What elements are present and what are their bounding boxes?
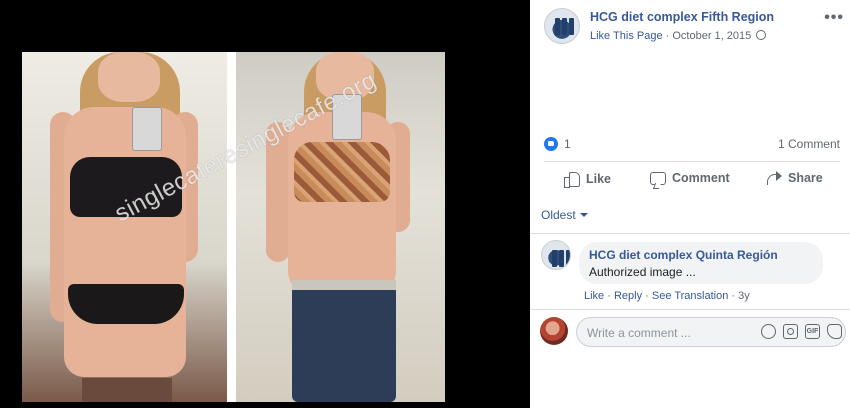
photo-viewer: singlecateresinglecafe.org <box>0 0 530 408</box>
meta-separator: · <box>662 30 673 42</box>
see-translation-link[interactable]: See Translation <box>652 290 728 302</box>
comment-button[interactable]: Comment <box>650 171 730 185</box>
comment-author-link[interactable]: HCG diet complex Quinta Región <box>589 248 813 262</box>
post-date[interactable]: October 1, 2015 <box>672 30 751 42</box>
chevron-down-icon <box>579 213 588 217</box>
divider <box>544 161 840 162</box>
waistband-shape <box>292 280 396 290</box>
comment-text: Authorized image ... <box>589 265 696 279</box>
comments-section: Oldest HCG diet complex Quinta Región Au… <box>530 197 850 408</box>
comment-input-placeholder: Write a comment ... <box>587 326 691 340</box>
like-count[interactable]: 1 <box>564 137 571 151</box>
post-sidebar: HCG diet complex Fifth Region Like This … <box>530 0 850 408</box>
comment-count-link[interactable]: 1 Comment <box>778 137 840 151</box>
composer-tools: GIF <box>761 324 842 339</box>
comment-actions: Like · Reply · See Translation · 3y <box>584 290 750 302</box>
more-horizontal-icon[interactable]: ••• <box>824 9 844 27</box>
divider <box>530 233 850 234</box>
post-meta: Like This Page · October 1, 2015 <box>590 30 767 42</box>
comment-button-label: Comment <box>672 171 730 185</box>
comment-sort-dropdown[interactable]: Oldest <box>541 208 588 222</box>
comment-reply-link[interactable]: Reply <box>614 290 642 302</box>
sticker-icon[interactable] <box>827 324 842 339</box>
share-icon <box>766 171 782 185</box>
face-shape <box>98 52 160 102</box>
page-avatar[interactable] <box>544 8 580 44</box>
emoji-icon[interactable] <box>761 324 776 339</box>
post-actions: Like Comment Share <box>544 165 840 195</box>
comment-bubble: HCG diet complex Quinta Región Authorize… <box>579 242 823 284</box>
briefs-shape <box>68 284 184 324</box>
photo-divider <box>227 52 236 402</box>
thumbs-up-icon <box>564 171 580 188</box>
like-button[interactable]: Like <box>564 171 612 188</box>
phone-shape <box>132 107 162 151</box>
bra-shape <box>294 142 390 202</box>
current-user-avatar <box>540 317 568 345</box>
globe-icon <box>756 30 767 40</box>
gif-icon[interactable]: GIF <box>805 324 820 339</box>
comment-like-link[interactable]: Like <box>584 290 604 302</box>
share-button-label: Share <box>788 171 823 185</box>
torso-shape <box>64 107 186 377</box>
like-reaction-icon[interactable] <box>544 137 558 151</box>
post-photo[interactable]: singlecateresinglecafe.org <box>22 52 445 402</box>
camera-icon[interactable] <box>783 324 798 339</box>
comment-composer: Write a comment ... GIF <box>530 309 850 354</box>
jeans-shape <box>292 280 396 402</box>
comment-icon <box>650 171 666 185</box>
commenter-avatar[interactable] <box>541 240 571 270</box>
post-header: HCG diet complex Fifth Region Like This … <box>544 8 844 48</box>
share-button[interactable]: Share <box>766 171 823 185</box>
like-page-link[interactable]: Like This Page <box>590 30 663 42</box>
floor-shape <box>82 378 172 402</box>
comment-age[interactable]: 3y <box>738 290 750 302</box>
sort-label: Oldest <box>541 208 576 222</box>
page-name-link[interactable]: HCG diet complex Fifth Region <box>590 10 774 24</box>
reactions-bar: 1 1 Comment <box>544 136 840 154</box>
like-button-label: Like <box>586 171 612 186</box>
